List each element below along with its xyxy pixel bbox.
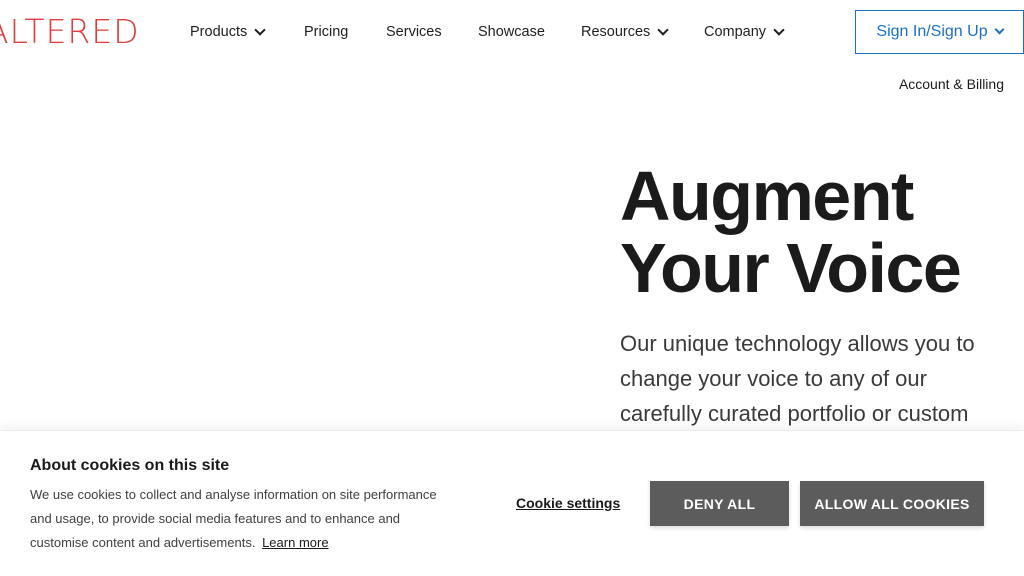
signin-signup-button[interactable]: Sign In/Sign Up xyxy=(855,10,1024,54)
cookie-text-line: customise content and advertisements. Le… xyxy=(30,531,470,555)
hero-subtitle: Our unique technology allows you to chan… xyxy=(620,326,1024,431)
learn-more-link[interactable]: Learn more xyxy=(262,535,328,550)
nav-item-pricing[interactable]: Pricing xyxy=(304,21,348,43)
hero-subtitle-line: carefully curated portfolio or custom xyxy=(620,401,969,426)
cookie-text-line: and usage, to provide social media featu… xyxy=(30,511,401,526)
nav-item-label: Products xyxy=(190,24,248,40)
account-billing-link[interactable]: Account & Billing xyxy=(899,76,1004,92)
main-nav: Products Pricing Services Showcase Resou… xyxy=(0,0,1024,62)
nav-item-label: Showcase xyxy=(478,24,545,40)
cookie-text-line: We use cookies to collect and analyse in… xyxy=(30,487,437,502)
nav-item-products[interactable]: Products xyxy=(190,21,266,43)
nav-item-label: Resources xyxy=(581,24,651,40)
signin-label: Sign In/Sign Up xyxy=(876,23,988,40)
nav-item-label: Company xyxy=(704,24,767,40)
hero-title: Augment Your Voice xyxy=(620,160,1024,304)
chevron-down-icon xyxy=(254,23,266,36)
chevron-down-icon xyxy=(657,23,669,36)
nav-item-company[interactable]: Company xyxy=(704,21,785,43)
nav-item-label: Services xyxy=(386,24,442,40)
chevron-down-icon xyxy=(773,23,785,36)
chevron-down-icon xyxy=(994,24,1005,35)
nav-item-resources[interactable]: Resources xyxy=(581,21,669,43)
nav-item-label: Pricing xyxy=(304,24,349,40)
cookie-settings-link[interactable]: Cookie settings xyxy=(516,495,620,511)
hero-subtitle-line: Our unique technology allows you to xyxy=(620,331,975,356)
nav-item-showcase[interactable]: Showcase xyxy=(478,21,545,43)
hero-title-line: Augment xyxy=(620,157,914,235)
deny-all-button[interactable]: DENY ALL xyxy=(650,481,789,526)
allow-all-cookies-button[interactable]: ALLOW ALL COOKIES xyxy=(800,481,984,526)
nav-item-services[interactable]: Services xyxy=(386,21,442,43)
cookie-title: About cookies on this site xyxy=(30,457,230,474)
cookie-banner: About cookies on this site We use cookie… xyxy=(0,430,1024,576)
hero-title-line: Your Voice xyxy=(620,229,962,307)
cookie-text-end: customise content and advertisements. xyxy=(30,535,256,550)
cookie-description: We use cookies to collect and analyse in… xyxy=(30,483,470,555)
hero-subtitle-line: change your voice to any of our xyxy=(620,366,927,391)
